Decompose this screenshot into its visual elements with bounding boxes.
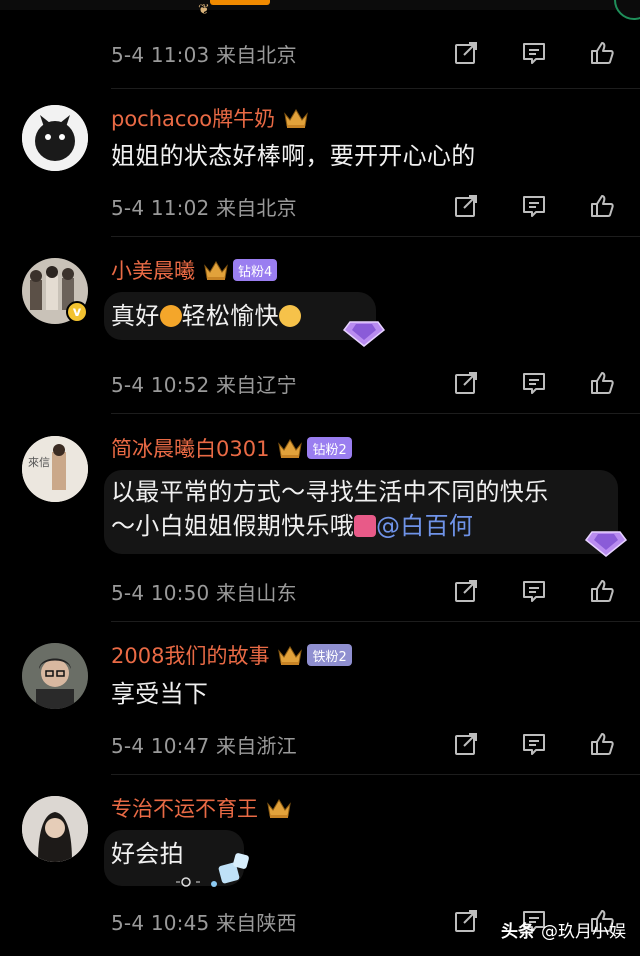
comment-icon[interactable] — [520, 577, 548, 605]
username-row: 2008我们的故事 铁粉2 — [111, 639, 352, 671]
username[interactable]: 简冰晨曦白0301 — [111, 433, 269, 463]
user-avatar[interactable]: 來信 — [22, 436, 88, 502]
comment-meta-row: 5-4 10:47 来自浙江 — [111, 729, 616, 759]
crown-icon — [267, 799, 291, 818]
comment-text: 享受当下 — [111, 680, 209, 708]
laugh-emoji-icon — [159, 305, 182, 327]
fan-level-badge: 钻粉4 — [233, 259, 278, 281]
share-icon[interactable] — [452, 39, 480, 67]
divider — [111, 88, 640, 89]
username[interactable]: 小美晨曦 — [111, 255, 195, 285]
divider — [111, 774, 640, 775]
crown-icon — [204, 261, 228, 280]
comment-meta: 5-4 10:45 来自陕西 — [111, 910, 297, 935]
comment-text-part: ～小白姐姐假期快乐哦 — [111, 512, 354, 540]
comment-text-line: 以最平常的方式～寻找生活中不同的快乐 — [111, 478, 549, 506]
pull-handle[interactable] — [210, 0, 270, 5]
comment-text-line: ～小白姐姐假期快乐哦 @白百何 — [111, 508, 473, 544]
blush-emoji-icon — [278, 305, 301, 327]
comment-text: 姐姐的状态好棒啊，要开开心心的 — [111, 142, 476, 170]
user-avatar[interactable] — [22, 105, 88, 171]
username-row: pochacoo牌牛奶 — [111, 102, 309, 134]
user-avatar[interactable] — [22, 643, 88, 709]
watermark: 头条 @玖月小娱 — [501, 917, 626, 942]
comment-icon[interactable] — [520, 39, 548, 67]
like-icon[interactable] — [588, 39, 616, 67]
divider — [111, 413, 640, 414]
comment-text: 真好 轻松愉快 — [111, 298, 301, 334]
crown-icon — [278, 646, 303, 665]
comment-meta: 5-4 11:02 来自北京 — [111, 195, 297, 220]
comment-meta-row: 5-4 11:03 来自北京 — [111, 38, 616, 68]
comment-text-part: 真好 — [111, 302, 160, 330]
username[interactable]: 2008我们的故事 — [111, 640, 269, 670]
watermark-handle: @玖月小娱 — [541, 922, 626, 942]
share-icon[interactable] — [452, 192, 480, 220]
share-icon[interactable] — [452, 369, 480, 397]
mention-link[interactable]: @白百何 — [376, 512, 473, 540]
crown-icon — [284, 109, 308, 128]
like-icon[interactable] — [588, 192, 616, 220]
bubble-decoration-icon — [176, 853, 249, 887]
top-strip — [0, 0, 640, 10]
like-icon[interactable] — [588, 369, 616, 397]
comment-meta-row: 5-4 10:50 来自山东 — [111, 576, 616, 606]
fan-level-badge: 钻粉2 — [307, 437, 352, 459]
divider — [111, 621, 640, 622]
decoration-icon: ❦ — [198, 2, 210, 18]
comment-text: 好会拍 — [111, 840, 184, 868]
comment-meta: 5-4 10:52 来自辽宁 — [111, 372, 297, 397]
svg-text:來信: 來信 — [28, 456, 50, 469]
diamond-badge-icon — [584, 531, 628, 557]
comment-icon[interactable] — [520, 730, 548, 758]
share-icon[interactable] — [452, 730, 480, 758]
share-icon[interactable] — [452, 907, 480, 935]
divider — [111, 236, 640, 237]
comment-text-part: 轻松愉快 — [181, 302, 279, 330]
comment-meta: 5-4 10:47 来自浙江 — [111, 733, 297, 758]
verified-icon: v — [66, 301, 88, 323]
user-avatar[interactable] — [22, 796, 88, 862]
comment-icon[interactable] — [520, 369, 548, 397]
username-row: 小美晨曦 钻粉4 — [111, 254, 278, 286]
username[interactable]: 专治不运不育王 — [111, 793, 258, 823]
diamond-badge-icon — [342, 321, 386, 347]
username-row: 简冰晨曦白0301 钻粉2 — [111, 432, 352, 464]
like-icon[interactable] — [588, 730, 616, 758]
crown-icon — [278, 439, 303, 458]
comment-meta-row: 5-4 11:02 来自北京 — [111, 191, 616, 221]
fan-level-badge: 铁粉2 — [307, 644, 352, 666]
comment-meta-row: 5-4 10:52 来自辽宁 — [111, 368, 616, 398]
like-icon[interactable] — [588, 577, 616, 605]
watermark-logo: 头条 — [501, 922, 535, 942]
floating-action-button[interactable] — [614, 0, 640, 20]
heart-emoji-icon — [354, 515, 376, 537]
comment-meta: 5-4 10:50 来自山东 — [111, 580, 297, 605]
comment-icon[interactable] — [520, 192, 548, 220]
username-row: 专治不运不育王 — [111, 792, 292, 824]
share-icon[interactable] — [452, 577, 480, 605]
username[interactable]: pochacoo牌牛奶 — [111, 103, 275, 133]
comment-meta: 5-4 11:03 来自北京 — [111, 42, 297, 67]
